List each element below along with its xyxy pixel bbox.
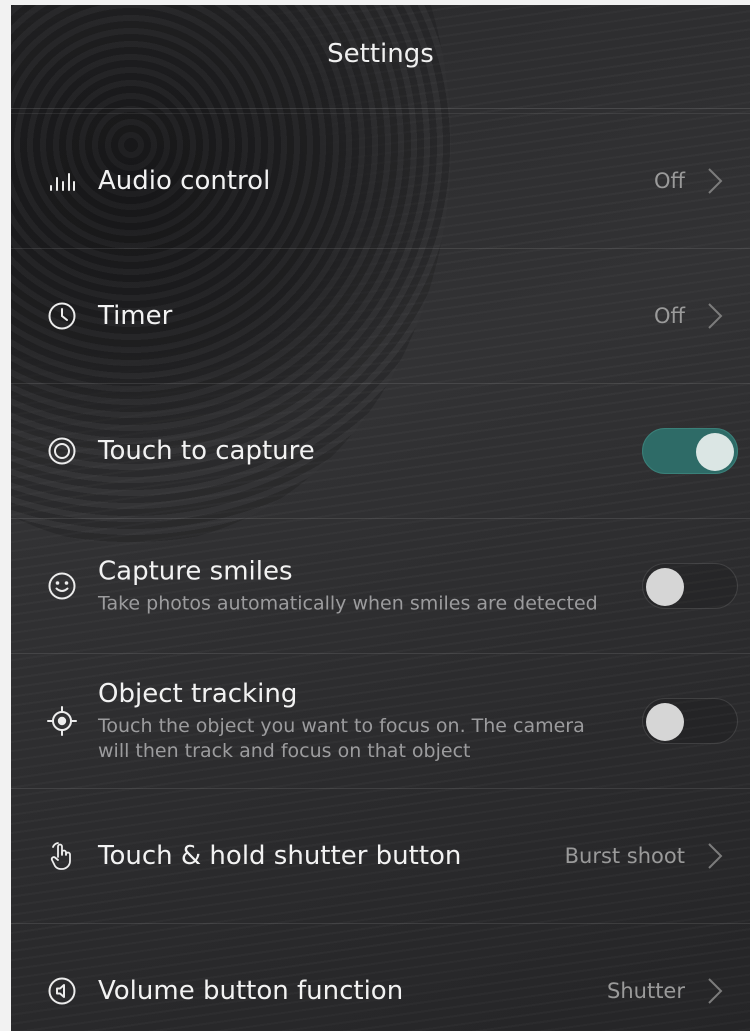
touch-to-capture-toggle[interactable]	[642, 428, 738, 474]
setting-title: Touch & hold shutter button	[98, 841, 462, 871]
chevron-right-icon	[707, 977, 723, 1005]
hand-pointer-icon	[47, 841, 77, 871]
chevron-right-icon	[707, 842, 723, 870]
setting-title: Touch to capture	[98, 436, 315, 466]
setting-text: Touch to capture	[98, 435, 618, 467]
setting-text: Capture smiles Take photos automatically…	[98, 556, 618, 617]
setting-row-volume-button-function[interactable]: Volume button function Shutter	[11, 923, 750, 1031]
setting-text: Audio control	[98, 165, 618, 197]
chevron-right-icon	[707, 302, 723, 330]
smile-icon	[47, 571, 77, 601]
setting-title: Object tracking	[98, 679, 298, 709]
setting-description: Touch the object you want to focus on. T…	[98, 715, 585, 762]
setting-title: Timer	[98, 301, 173, 331]
setting-value: Off	[654, 169, 685, 193]
setting-row-touch-hold-shutter[interactable]: Touch & hold shutter button Burst shoot	[11, 788, 750, 923]
volume-button-icon	[47, 976, 77, 1006]
setting-text: Volume button function	[98, 975, 618, 1007]
page-title: Settings	[327, 38, 434, 69]
setting-value: Off	[654, 304, 685, 328]
setting-title: Volume button function	[98, 976, 404, 1006]
setting-row-capture-smiles: Capture smiles Take photos automatically…	[11, 518, 750, 653]
capture-smiles-toggle[interactable]	[642, 563, 738, 609]
setting-row-touch-to-capture: Touch to capture	[11, 383, 750, 518]
setting-title: Audio control	[98, 166, 271, 196]
setting-row-timer[interactable]: Timer Off	[11, 248, 750, 383]
toggle-knob	[696, 433, 734, 471]
header: Settings	[11, 5, 750, 109]
setting-row-audio-control[interactable]: Audio control Off	[11, 113, 750, 248]
setting-value: Shutter	[607, 979, 685, 1003]
touch-capture-icon	[47, 436, 77, 466]
object-tracking-toggle[interactable]	[642, 698, 738, 744]
settings-list: Audio control Off Timer Off Touch to cap…	[11, 113, 750, 1031]
setting-row-object-tracking: Object tracking Touch the object you wan…	[11, 653, 750, 788]
clock-icon	[47, 301, 77, 331]
chevron-right-icon	[707, 167, 723, 195]
setting-value: Burst shoot	[564, 844, 685, 868]
audio-bars-icon	[47, 166, 77, 196]
toggle-knob	[646, 703, 684, 741]
setting-description: Take photos automatically when smiles ar…	[98, 592, 598, 615]
setting-text: Object tracking Touch the object you wan…	[98, 678, 618, 764]
setting-text: Touch & hold shutter button	[98, 840, 618, 872]
toggle-knob	[646, 568, 684, 606]
camera-settings-screen: Settings Audio control Off Timer Off Tou…	[11, 5, 750, 1031]
setting-text: Timer	[98, 300, 618, 332]
setting-title: Capture smiles	[98, 556, 293, 587]
target-icon	[47, 706, 77, 736]
